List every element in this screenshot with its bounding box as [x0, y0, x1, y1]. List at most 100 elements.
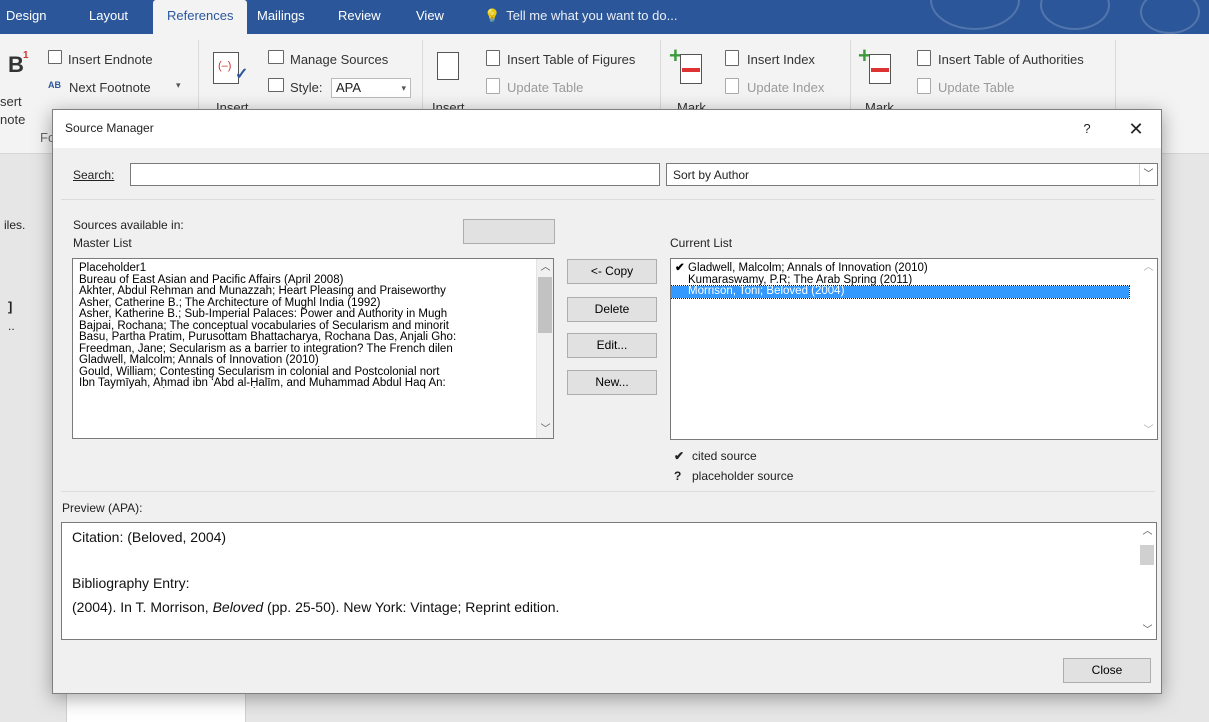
master-list[interactable]: Placeholder1 Bureau of East Asian and Pa… [72, 258, 554, 439]
preview-bibliography-heading: Bibliography Entry: [72, 575, 190, 591]
master-list-scrollbar[interactable]: ︿ ﹀ [536, 259, 553, 438]
preview-scrollbar[interactable]: ︿ ﹀ [1139, 523, 1156, 639]
close-button[interactable]: Close [1063, 658, 1151, 683]
preview-bibliography-entry: (2004). In T. Morrison, Beloved (pp. 25-… [72, 599, 559, 615]
lightbulb-icon: 💡 [484, 8, 501, 23]
next-footnote-icon: AB [48, 80, 61, 90]
insert-endnote-icon [48, 50, 62, 64]
list-item[interactable]: Asher, Katherine B.; Sub-Imperial Palace… [73, 308, 553, 321]
update-table-button[interactable]: Update Table [507, 80, 583, 95]
help-button[interactable]: ? [1072, 116, 1102, 142]
checkmark-icon: ✓ [235, 66, 249, 83]
tell-me-text: Tell me what you want to do... [506, 8, 678, 23]
sort-select[interactable]: Sort by Author ﹀ [666, 163, 1158, 186]
tell-me-box[interactable]: 💡 Tell me what you want to do... [484, 0, 677, 32]
current-list[interactable]: ✔ Gladwell, Malcolm; Annals of Innovatio… [670, 258, 1158, 440]
decorative-swirl-icon [1040, 0, 1110, 30]
scroll-up-icon[interactable]: ︿ [1140, 259, 1157, 276]
scroll-down-icon[interactable]: ﹀ [1140, 422, 1157, 439]
manage-sources-icon [268, 50, 284, 64]
style-icon [268, 78, 284, 92]
scroll-down-icon[interactable]: ﹀ [1139, 622, 1156, 639]
style-dropdown[interactable]: APA ▾ [331, 78, 411, 98]
edit-button-label: Edit... [596, 338, 628, 352]
list-item[interactable]: Ibn Taymīyah, Aḥmad ibn ʻAbd al-Ḥalīm, a… [73, 377, 553, 390]
next-footnote-button[interactable]: Next Footnote [69, 80, 151, 95]
tab-view[interactable]: View [416, 0, 444, 34]
current-list-label: Current List [670, 236, 733, 250]
source-manager-dialog: Source Manager ? ✕ Search: Sort by Autho… [52, 109, 1162, 694]
decorative-swirl-icon [930, 0, 1020, 30]
list-item[interactable]: Basu, Partha Pratim, Purusottam Bhattach… [73, 331, 553, 344]
insert-table-of-authorities-button[interactable]: Insert Table of Authorities [938, 52, 1084, 67]
scroll-up-icon[interactable]: ︿ [537, 259, 553, 276]
browse-button[interactable] [463, 219, 555, 244]
update-authorities-icon [917, 78, 931, 94]
footnote-superscript-icon: 1 [23, 50, 29, 61]
legend-cited: ✔ cited source [674, 449, 757, 463]
current-list-item-text: Gladwell, Malcolm; Annals of Innovation … [688, 262, 928, 274]
scroll-thumb[interactable] [538, 277, 552, 333]
tab-review[interactable]: Review [338, 0, 381, 34]
chevron-down-icon: ﹀ [1139, 164, 1157, 185]
sources-available-label: Sources available in: [73, 218, 184, 232]
list-item[interactable]: Gladwell, Malcolm; Annals of Innovation … [73, 354, 553, 367]
next-footnote-dropdown-icon[interactable]: ▾ [176, 80, 181, 91]
insert-endnote-button[interactable]: Insert Endnote [68, 52, 153, 67]
scroll-down-icon[interactable]: ﹀ [537, 421, 553, 438]
divider [61, 199, 1155, 200]
citation-mark-icon: (–) [218, 60, 232, 72]
search-input[interactable] [130, 163, 660, 186]
chevron-down-icon: ▾ [401, 83, 406, 93]
update-index-icon [725, 78, 739, 94]
tab-mailings[interactable]: Mailings [257, 0, 305, 34]
manage-sources-button[interactable]: Manage Sources [290, 52, 388, 67]
mark-citation-bar-icon [871, 68, 889, 72]
list-item[interactable]: Akhter, Abdul Rehman and Munazzah; Heart… [73, 285, 553, 298]
search-label: Search: [73, 168, 115, 182]
copy-button[interactable]: <- Copy [567, 259, 657, 284]
delete-button[interactable]: Delete [567, 297, 657, 322]
update-index-button[interactable]: Update Index [747, 80, 824, 95]
current-list-item-selected[interactable]: Morrison, Toni; Beloved (2004) [671, 285, 1130, 299]
preview-citation: Citation: (Beloved, 2004) [72, 529, 227, 545]
decorative-swirl-icon [1140, 0, 1200, 34]
insert-caption-icon [437, 52, 459, 80]
current-list-item-text: Morrison, Toni; Beloved (2004) [688, 285, 845, 297]
bib-prefix: (2004). In T. Morrison, [72, 599, 213, 615]
tab-references[interactable]: References [153, 0, 248, 34]
legend-placeholder: ? placeholder source [674, 469, 793, 483]
current-list-scrollbar[interactable]: ︿ ﹀ [1140, 259, 1157, 439]
new-button[interactable]: New... [567, 370, 657, 395]
insert-index-button[interactable]: Insert Index [747, 52, 815, 67]
preview-box[interactable]: Citation: (Beloved, 2004) Bibliography E… [61, 522, 1157, 640]
update-authorities-button[interactable]: Update Table [938, 80, 1014, 95]
insert-footnote-label-2: note [0, 112, 26, 127]
tab-design[interactable]: Design [6, 0, 46, 34]
insert-footnote-icon[interactable]: B [8, 52, 24, 78]
tab-layout[interactable]: Layout [89, 0, 128, 34]
bib-title: Beloved [212, 599, 264, 615]
legend-placeholder-label: placeholder source [692, 469, 794, 483]
style-dropdown-value: APA [336, 80, 362, 95]
cited-check-icon: ✔ [675, 262, 685, 274]
scroll-thumb[interactable] [1140, 545, 1154, 565]
update-table-icon [486, 78, 500, 94]
list-item[interactable]: Placeholder1 [73, 262, 553, 275]
style-label: Style: [290, 80, 323, 95]
mark-entry-bar-icon [682, 68, 700, 72]
new-button-label: New... [595, 375, 629, 389]
preview-label: Preview (APA): [62, 501, 143, 515]
master-list-label: Master List [73, 236, 132, 250]
copy-button-label: <- Copy [590, 264, 634, 278]
insert-footnote-label: sert [0, 94, 22, 109]
scroll-up-icon[interactable]: ︿ [1139, 523, 1156, 540]
placeholder-question-icon: ? [674, 469, 682, 483]
cited-check-icon: ✔ [674, 449, 685, 463]
close-icon[interactable]: ✕ [1116, 116, 1156, 142]
edit-button[interactable]: Edit... [567, 333, 657, 358]
insert-table-of-figures-button[interactable]: Insert Table of Figures [507, 52, 635, 67]
divider [61, 491, 1155, 492]
nav-pane-ellipsis: .. [8, 319, 15, 333]
current-list-item-text: Kumaraswamy, P.R; The Arab Spring (2011) [688, 273, 913, 286]
